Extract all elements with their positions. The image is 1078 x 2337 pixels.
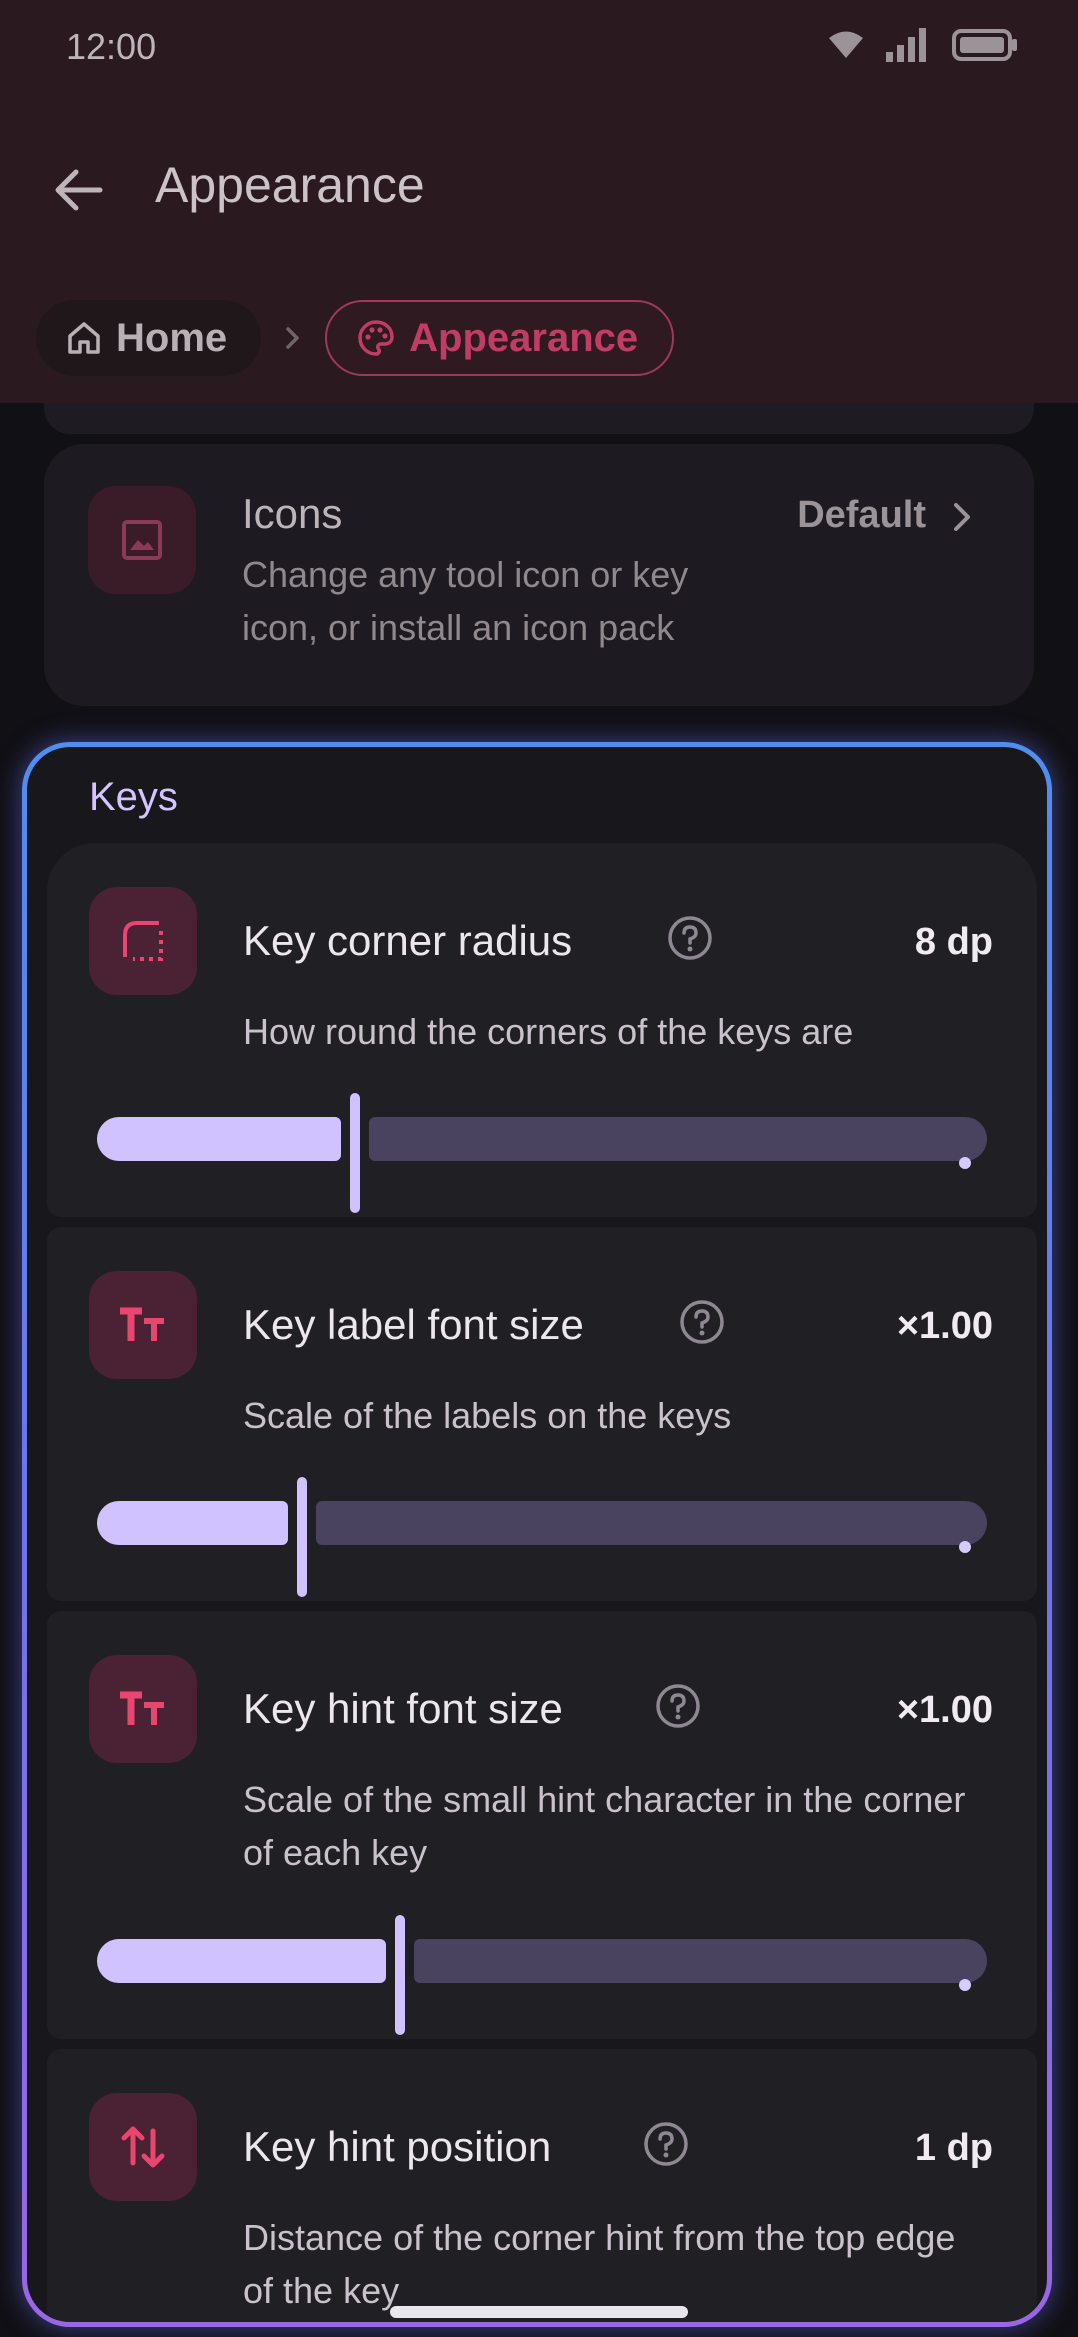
slider-inactive-track — [369, 1117, 987, 1169]
slider-inactive-track — [316, 1501, 987, 1553]
key-hint-font-size-setting[interactable]: Key hint font size ×1.00 Scale of the sm… — [47, 1611, 1037, 2039]
slider-thumb[interactable] — [297, 1477, 307, 1597]
breadcrumb-home-label: Home — [116, 315, 228, 360]
palette-icon — [358, 320, 394, 356]
setting-value: ×1.00 — [896, 1305, 993, 1347]
slider-active-track — [97, 1501, 288, 1545]
setting-title: Key corner radius — [243, 917, 573, 964]
help-circle-icon[interactable] — [667, 915, 713, 961]
page-title: Appearance — [155, 157, 425, 213]
battery-icon — [952, 29, 1017, 61]
top-app-bar: 12:00 Appearance Home Appearance — [0, 0, 1078, 403]
icons-description: Change any tool icon or key icon, or ins… — [242, 554, 689, 648]
icons-title: Icons — [242, 490, 343, 537]
help-circle-icon[interactable] — [643, 2121, 689, 2167]
help-circle-icon[interactable] — [679, 1299, 725, 1345]
slider-thumb[interactable] — [350, 1093, 360, 1213]
chevron-right-icon — [954, 503, 970, 531]
key-hint-font-size-slider[interactable] — [97, 1915, 987, 2035]
breadcrumb-current[interactable]: Appearance — [325, 300, 675, 376]
key-hint-position-setting[interactable]: Key hint position 1 dp Distance of the c… — [47, 2049, 1037, 2322]
breadcrumb-home[interactable]: Home — [36, 300, 262, 376]
setting-title: Key hint font size — [243, 1685, 563, 1732]
breadcrumb-current-label: Appearance — [409, 315, 639, 360]
setting-title: Key label font size — [243, 1301, 584, 1348]
setting-title: Key hint position — [243, 2123, 552, 2170]
home-icon — [68, 322, 100, 354]
help-circle-icon[interactable] — [655, 1683, 701, 1729]
key-label-font-size-slider[interactable] — [97, 1477, 987, 1597]
slider-active-track — [97, 1939, 386, 1983]
rounded-corner-icon — [89, 887, 197, 995]
slider-stop-indicator — [959, 1541, 971, 1553]
setting-description: How round the corners of the keys are — [243, 1011, 854, 1052]
key-corner-radius-setting[interactable]: Key corner radius 8 dp How round the cor… — [47, 843, 1037, 1217]
swap-vertical-icon — [89, 2093, 197, 2201]
status-time: 12:00 — [66, 26, 157, 67]
text-size-icon — [89, 1271, 197, 1379]
back-button[interactable] — [46, 158, 110, 222]
key-corner-radius-slider[interactable] — [97, 1093, 987, 1213]
slider-inactive-track — [414, 1939, 987, 1991]
slider-stop-indicator — [959, 1157, 971, 1169]
setting-value: 1 dp — [914, 2127, 993, 2169]
gesture-navigation-bar[interactable] — [390, 2306, 688, 2318]
status-bar: 12:00 — [0, 0, 1078, 96]
wifi-icon — [829, 31, 863, 58]
setting-value: ×1.00 — [896, 1689, 993, 1731]
slider-stop-indicator — [959, 1979, 971, 1991]
previous-card-edge — [44, 400, 1034, 434]
slider-thumb[interactable] — [395, 1915, 405, 2035]
slider-active-track — [97, 1117, 341, 1161]
signal-icon — [886, 28, 926, 62]
setting-description: Scale of the labels on the keys — [243, 1395, 732, 1436]
status-icons — [828, 28, 1018, 62]
setting-value: 8 dp — [914, 921, 993, 963]
section-header-keys: Keys — [89, 775, 178, 819]
app-bar: Appearance — [0, 120, 1078, 250]
image-icon — [88, 486, 196, 594]
setting-description: Distance of the corner hint from the top… — [243, 2217, 956, 2311]
key-label-font-size-setting[interactable]: Key label font size ×1.00 Scale of the l… — [47, 1227, 1037, 1601]
text-size-icon — [89, 1655, 197, 1763]
breadcrumb: Home Appearance — [36, 300, 675, 376]
keys-section: Keys Key corner radius 8 dp How round th… — [22, 742, 1052, 2327]
arrow-left-icon — [55, 169, 103, 211]
setting-description: Scale of the small hint character in the… — [243, 1779, 966, 1873]
chevron-right-icon — [279, 324, 307, 352]
icons-setting-row[interactable]: Icons Change any tool icon or key icon, … — [44, 444, 1034, 706]
icons-value: Default — [797, 494, 926, 536]
